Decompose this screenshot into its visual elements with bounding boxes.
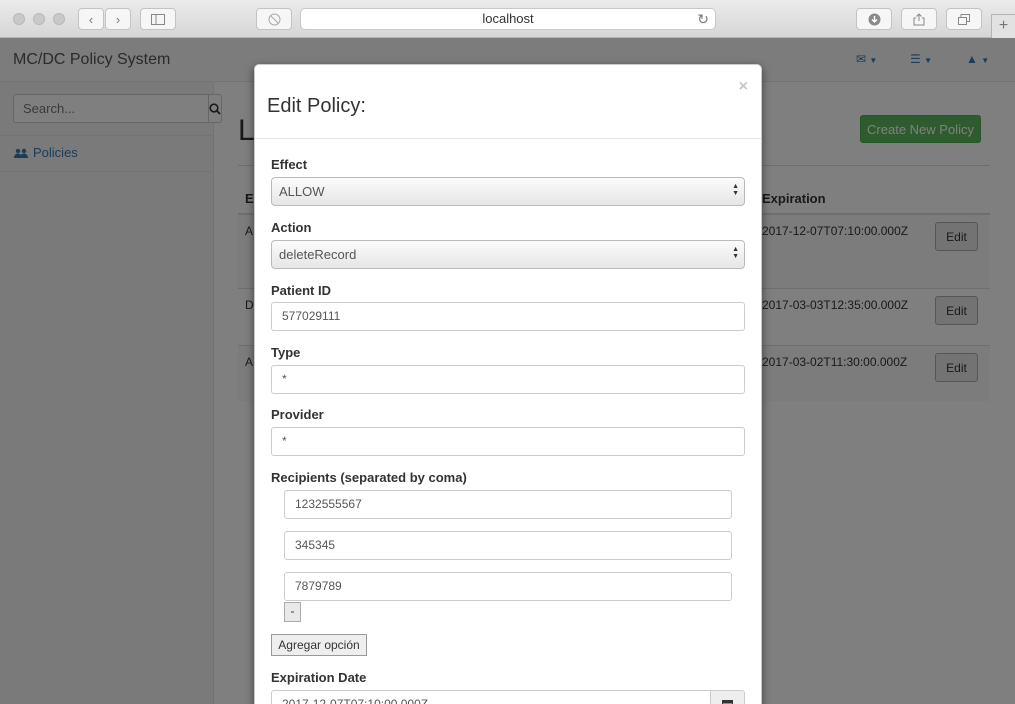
downloads-button[interactable] [856,8,892,30]
edit-policy-modal: × Edit Policy: Effect ALLOW ▲ ▼ Action de… [254,64,762,704]
expiration-date-label: Expiration Date [271,670,367,685]
close-icon[interactable]: × [739,78,748,96]
download-icon [868,13,880,25]
provider-label: Provider [271,407,324,422]
recipient-field[interactable]: 345345 [284,531,732,560]
select-arrows-icon: ▲ ▼ [732,183,739,197]
close-window-button[interactable] [13,13,25,25]
expiration-date-field[interactable]: 2017-12-07T07:10:00.000Z [271,690,711,704]
tabs-overview-button[interactable] [946,8,982,30]
select-arrows-icon: ▲ ▼ [732,246,739,260]
type-field[interactable]: * [271,365,745,394]
add-option-button[interactable]: Agregar opción [271,634,367,656]
share-icon [913,12,925,25]
reload-icon[interactable]: ↻ [697,9,709,29]
chevron-right-icon: › [115,11,121,27]
address-bar[interactable]: localhost ↻ [300,8,716,30]
remove-recipient-button[interactable]: - [284,602,301,622]
forward-button[interactable]: › [105,8,131,30]
sidebar-icon [151,13,165,25]
zoom-window-button[interactable] [53,13,65,25]
modal-title: Edit Policy: [267,95,366,117]
back-button[interactable]: ‹ [78,8,104,30]
patient-id-label: Patient ID [271,283,331,298]
provider-field[interactable]: * [271,427,745,456]
calendar-button[interactable] [711,690,745,704]
patient-id-field[interactable]: 577029111 [271,302,745,331]
action-select[interactable]: deleteRecord ▲ ▼ [271,240,745,269]
plus-icon: + [998,17,1009,34]
block-content-button[interactable] [256,8,292,30]
minimize-window-button[interactable] [33,13,45,25]
recipient-field[interactable]: 7879789 [284,572,732,601]
sidebar-toggle-button[interactable] [140,8,176,30]
chevron-left-icon: ‹ [88,11,94,27]
effect-selected-value: ALLOW [279,184,325,199]
calendar-icon [722,700,733,704]
action-label: Action [271,220,312,235]
tabs-icon [958,13,970,25]
action-selected-value: deleteRecord [279,247,357,262]
recipient-field[interactable]: 1232555567 [284,490,732,519]
modal-header-divider [255,138,761,139]
url-text: localhost [482,11,534,26]
recipients-label: Recipients (separated by coma) [271,470,467,485]
share-button[interactable] [901,8,937,30]
effect-label: Effect [271,157,308,172]
expiration-date-group: 2017-12-07T07:10:00.000Z [271,690,745,704]
effect-select[interactable]: ALLOW ▲ ▼ [271,177,745,206]
block-icon [268,13,280,25]
browser-toolbar: ‹ › localhost ↻ + [0,0,1015,38]
new-tab-button[interactable]: + [991,14,1015,38]
type-label: Type [271,345,301,360]
